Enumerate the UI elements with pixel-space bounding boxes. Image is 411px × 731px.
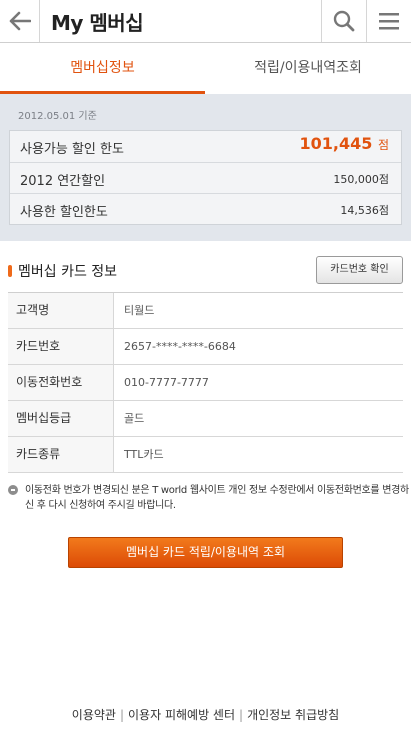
footer-links: 이용약관 | 이용자 피해예방 센터 | 개인정보 취급방침 bbox=[0, 706, 411, 724]
row-label: 고객명 bbox=[8, 293, 114, 328]
summary-box: 사용가능 할인 한도 101,445 점 2012 연간할인 150,000점 … bbox=[9, 130, 402, 225]
top-bar: My 멤버십 bbox=[0, 0, 411, 43]
customer-name-value: 티월드 bbox=[124, 304, 155, 317]
tab-bar: 멤버십정보 적립/이용내역조회 bbox=[0, 43, 411, 94]
phone-number-value: 010-7777-7777 bbox=[124, 376, 209, 389]
menu-button[interactable] bbox=[366, 0, 411, 42]
available-limit-number: 101,445 bbox=[299, 134, 373, 153]
section-title: 멤버십 카드 정보 bbox=[18, 264, 118, 280]
tab-membership-info[interactable]: 멤버십정보 bbox=[0, 43, 205, 94]
privacy-policy-link[interactable]: 개인정보 취급방침 bbox=[247, 706, 339, 723]
hamburger-menu-icon bbox=[379, 13, 399, 30]
table-row: 멤버십등급 골드 bbox=[8, 401, 403, 437]
used-limit-value: 14,536점 bbox=[340, 204, 389, 217]
arrow-left-icon bbox=[9, 11, 31, 31]
summary-row-annual: 2012 연간할인 150,000점 bbox=[10, 162, 401, 193]
terms-link[interactable]: 이용약관 bbox=[72, 706, 116, 723]
row-label: 카드종류 bbox=[8, 437, 114, 472]
card-number-value: 2657-****-****-6684 bbox=[124, 340, 236, 353]
discount-summary: 2012.05.01 기준 사용가능 할인 한도 101,445 점 2012 … bbox=[0, 94, 411, 241]
summary-row-used: 사용한 할인한도 14,536점 bbox=[10, 193, 401, 224]
page-title: My 멤버십 bbox=[51, 11, 144, 35]
table-row: 카드종류 TTL카드 bbox=[8, 437, 403, 473]
table-row: 카드번호 2657-****-****-6684 bbox=[8, 329, 403, 365]
footer-divider: | bbox=[239, 708, 244, 722]
available-limit-value: 101,445 점 bbox=[300, 134, 390, 153]
row-label: 멤버십등급 bbox=[8, 401, 114, 436]
tab-usage-history[interactable]: 적립/이용내역조회 bbox=[205, 43, 411, 94]
search-button[interactable] bbox=[321, 0, 366, 42]
back-button[interactable] bbox=[0, 0, 40, 42]
info-minus-icon bbox=[8, 485, 18, 495]
footer-divider: | bbox=[119, 708, 125, 722]
points-unit: 점 bbox=[377, 138, 389, 152]
row-label: 이동전화번호 bbox=[8, 365, 114, 400]
summary-label: 사용가능 할인 한도 bbox=[20, 142, 124, 157]
card-info-header: 멤버십 카드 정보 카드번호 확인 bbox=[0, 256, 411, 286]
section-marker bbox=[8, 265, 12, 277]
card-info-table: 고객명 티월드 카드번호 2657-****-****-6684 이동전화번호 … bbox=[8, 292, 403, 473]
table-row: 고객명 티월드 bbox=[8, 293, 403, 329]
annual-discount-value: 150,000점 bbox=[333, 173, 389, 186]
summary-row-available: 사용가능 할인 한도 101,445 점 bbox=[10, 131, 401, 162]
summary-label: 사용한 할인한도 bbox=[20, 205, 108, 220]
user-protection-link[interactable]: 이용자 피해예방 센터 bbox=[128, 706, 235, 723]
table-row: 이동전화번호 010-7777-7777 bbox=[8, 365, 403, 401]
row-label: 카드번호 bbox=[8, 329, 114, 364]
reference-date: 2012.05.01 기준 bbox=[18, 111, 97, 122]
card-number-confirm-button[interactable]: 카드번호 확인 bbox=[316, 256, 403, 284]
search-icon bbox=[333, 10, 355, 32]
summary-label: 2012 연간할인 bbox=[20, 174, 106, 189]
card-type-value: TTL카드 bbox=[124, 448, 164, 461]
view-history-button[interactable]: 멤버십 카드 적립/이용내역 조회 bbox=[68, 537, 343, 568]
notice-text: 이동전화 번호가 변경되신 분은 T world 웹사이트 개인 정보 수정란에… bbox=[25, 485, 409, 511]
membership-grade-value: 골드 bbox=[124, 412, 145, 425]
